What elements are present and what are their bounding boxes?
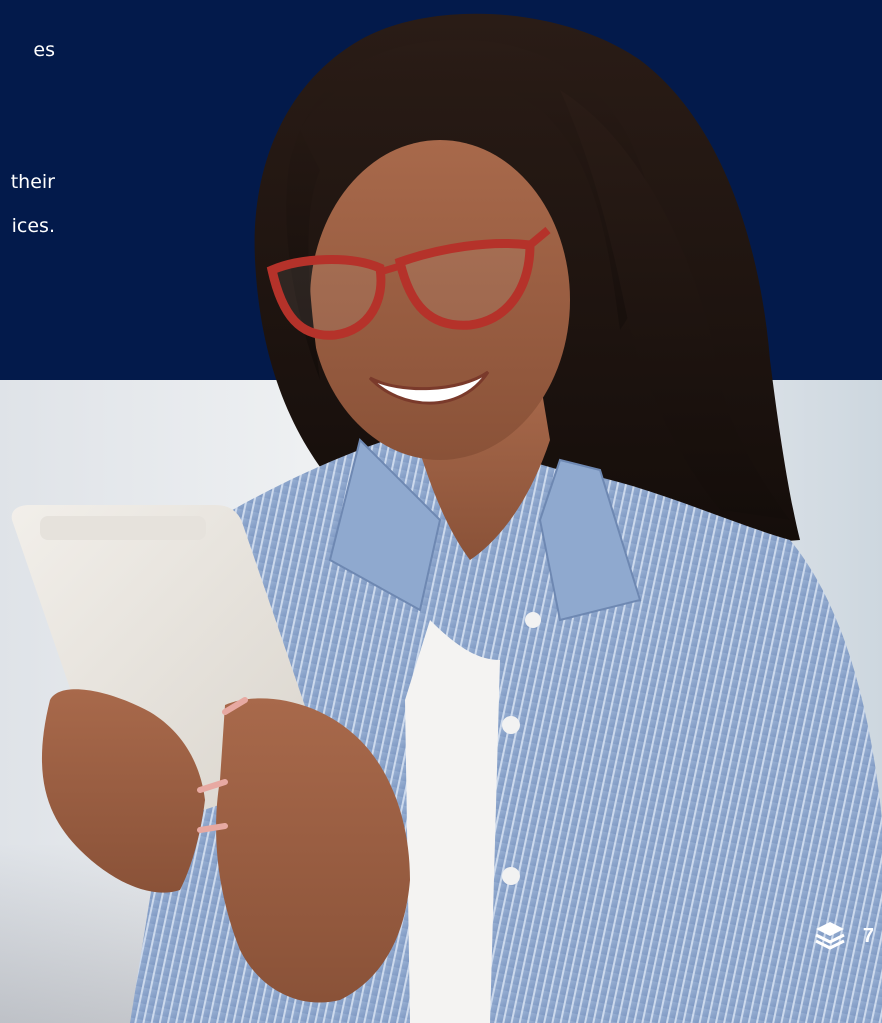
page-number: 7	[862, 924, 874, 947]
layers-stack-icon	[815, 922, 845, 950]
page-footer: 7	[813, 919, 882, 953]
woman-with-tablet-photo	[11, 13, 882, 1023]
brochure-page: es their ices. 7	[0, 0, 882, 1023]
